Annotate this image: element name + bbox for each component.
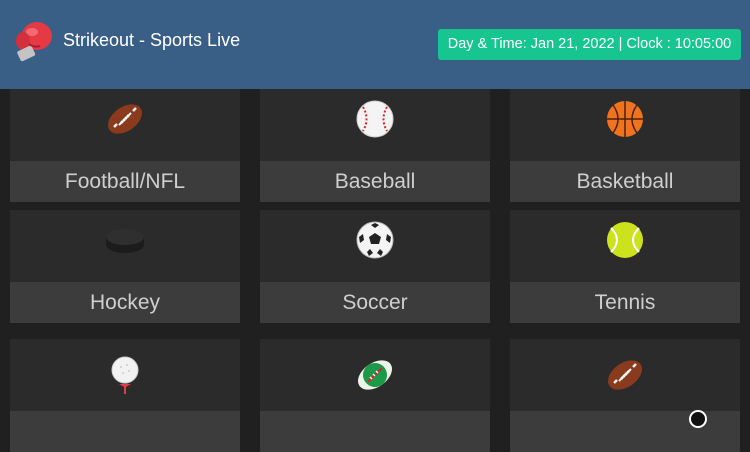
date-time-clock-badge: Day & Time: Jan 21, 2022 | Clock : 10:05… bbox=[438, 29, 741, 60]
sport-card-basketball[interactable]: Basketball bbox=[510, 89, 740, 202]
sport-label: Soccer bbox=[260, 282, 490, 323]
sport-label: Basketball bbox=[510, 161, 740, 202]
hockey-puck-icon bbox=[106, 229, 144, 253]
sport-card-tennis[interactable]: Tennis bbox=[510, 210, 740, 323]
sport-label bbox=[260, 411, 490, 452]
soccer-ball-icon bbox=[356, 221, 394, 259]
sport-card-american-football[interactable] bbox=[510, 339, 740, 452]
sport-card-football-nfl[interactable]: Football/NFL bbox=[10, 89, 240, 202]
sports-category-grid: Football/NFL Baseball Basketball Hockey bbox=[0, 89, 750, 452]
sport-card-rugby[interactable] bbox=[260, 339, 490, 452]
golf-ball-icon bbox=[111, 356, 139, 394]
sport-card-hockey[interactable]: Hockey bbox=[10, 210, 240, 323]
app-header: Strikeout - Sports Live Day & Time: Jan … bbox=[0, 0, 750, 89]
sport-card-soccer[interactable]: Soccer bbox=[260, 210, 490, 323]
sport-label: Hockey bbox=[10, 282, 240, 323]
sport-label: Tennis bbox=[510, 282, 740, 323]
american-football-icon bbox=[107, 104, 143, 134]
rugby-ball-icon bbox=[357, 360, 393, 390]
american-football-icon bbox=[607, 360, 643, 390]
basketball-icon bbox=[607, 101, 643, 137]
baseball-icon bbox=[356, 100, 394, 138]
sport-card-golf[interactable] bbox=[10, 339, 240, 452]
sport-label: Baseball bbox=[260, 161, 490, 202]
mouse-cursor bbox=[689, 410, 707, 428]
sport-card-baseball[interactable]: Baseball bbox=[260, 89, 490, 202]
tennis-ball-icon bbox=[607, 222, 643, 258]
sport-label bbox=[10, 411, 240, 452]
boxing-glove-icon bbox=[16, 22, 52, 62]
sport-label: Football/NFL bbox=[10, 161, 240, 202]
app-title: Strikeout - Sports Live bbox=[63, 30, 241, 50]
